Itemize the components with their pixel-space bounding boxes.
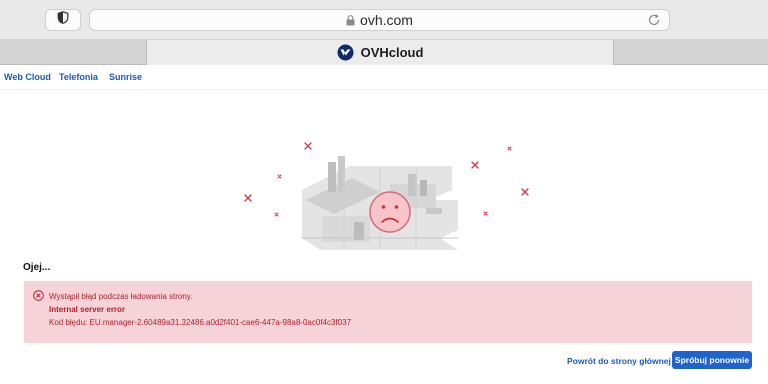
nav-item-web-cloud[interactable]: Web Cloud bbox=[4, 72, 51, 82]
top-nav: Web Cloud Telefonia Sunrise bbox=[0, 66, 768, 90]
sad-face-icon bbox=[369, 191, 411, 233]
error-detail: Internal server error bbox=[49, 305, 126, 314]
privacy-report-button[interactable] bbox=[45, 9, 81, 31]
tab-title: OVHcloud bbox=[360, 45, 424, 60]
tab-strip: OVHcloud bbox=[0, 40, 768, 65]
url-text: ovh.com bbox=[360, 12, 413, 28]
ovh-logo-icon bbox=[337, 44, 354, 61]
nav-item-sunrise[interactable]: Sunrise bbox=[109, 72, 142, 82]
retry-button[interactable]: Spróbuj ponownie bbox=[672, 351, 752, 369]
error-code: Kod błędu: EU.manager-2.60489a31.32486.a… bbox=[49, 318, 352, 327]
tab-ovhcloud[interactable]: OVHcloud bbox=[146, 40, 614, 65]
back-home-button[interactable]: Powrót do strony głównej bbox=[567, 356, 671, 366]
error-message-box: Wystąpił błąd podczas ładowania strony. … bbox=[24, 281, 752, 343]
address-bar[interactable]: ovh.com bbox=[89, 9, 670, 31]
error-circle-icon bbox=[33, 290, 44, 301]
nav-item-telefonia[interactable]: Telefonia bbox=[59, 72, 98, 82]
browser-toolbar: ovh.com bbox=[0, 0, 768, 40]
reload-icon[interactable] bbox=[647, 13, 661, 27]
error-message: Wystąpił błąd podczas ładowania strony. bbox=[49, 292, 193, 301]
error-heading: Ojej... bbox=[23, 262, 51, 273]
lock-icon bbox=[346, 14, 355, 26]
shield-icon bbox=[57, 11, 69, 29]
error-illustration bbox=[240, 138, 540, 258]
